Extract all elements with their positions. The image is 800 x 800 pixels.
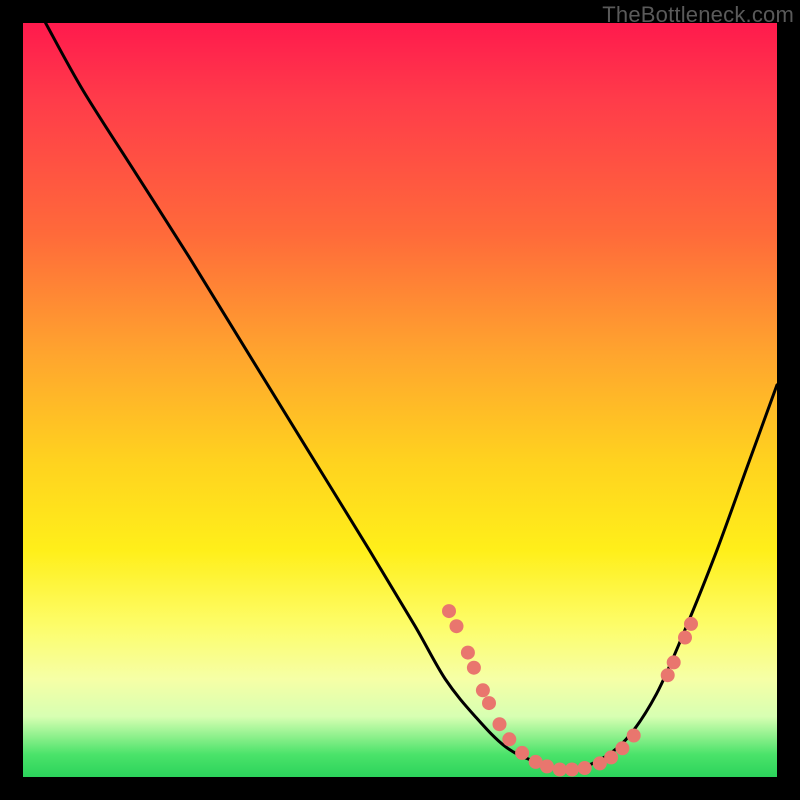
data-point bbox=[578, 761, 592, 775]
data-point bbox=[461, 646, 475, 660]
data-point bbox=[678, 631, 692, 645]
plot-area bbox=[23, 23, 777, 777]
curve-layer bbox=[23, 23, 777, 777]
data-point bbox=[515, 746, 529, 760]
data-point bbox=[604, 750, 618, 764]
data-point bbox=[565, 763, 579, 777]
data-point bbox=[482, 696, 496, 710]
data-point bbox=[442, 604, 456, 618]
data-point bbox=[540, 759, 554, 773]
data-point bbox=[450, 619, 464, 633]
data-point bbox=[502, 732, 516, 746]
data-point bbox=[553, 763, 567, 777]
data-point bbox=[661, 668, 675, 682]
data-point bbox=[615, 741, 629, 755]
data-point bbox=[627, 729, 641, 743]
watermark-text: TheBottleneck.com bbox=[602, 2, 794, 28]
data-point bbox=[476, 683, 490, 697]
data-point bbox=[667, 655, 681, 669]
data-point bbox=[493, 717, 507, 731]
chart-frame: TheBottleneck.com bbox=[0, 0, 800, 800]
data-point bbox=[467, 661, 481, 675]
bottleneck-curve bbox=[46, 23, 777, 770]
data-point bbox=[684, 617, 698, 631]
